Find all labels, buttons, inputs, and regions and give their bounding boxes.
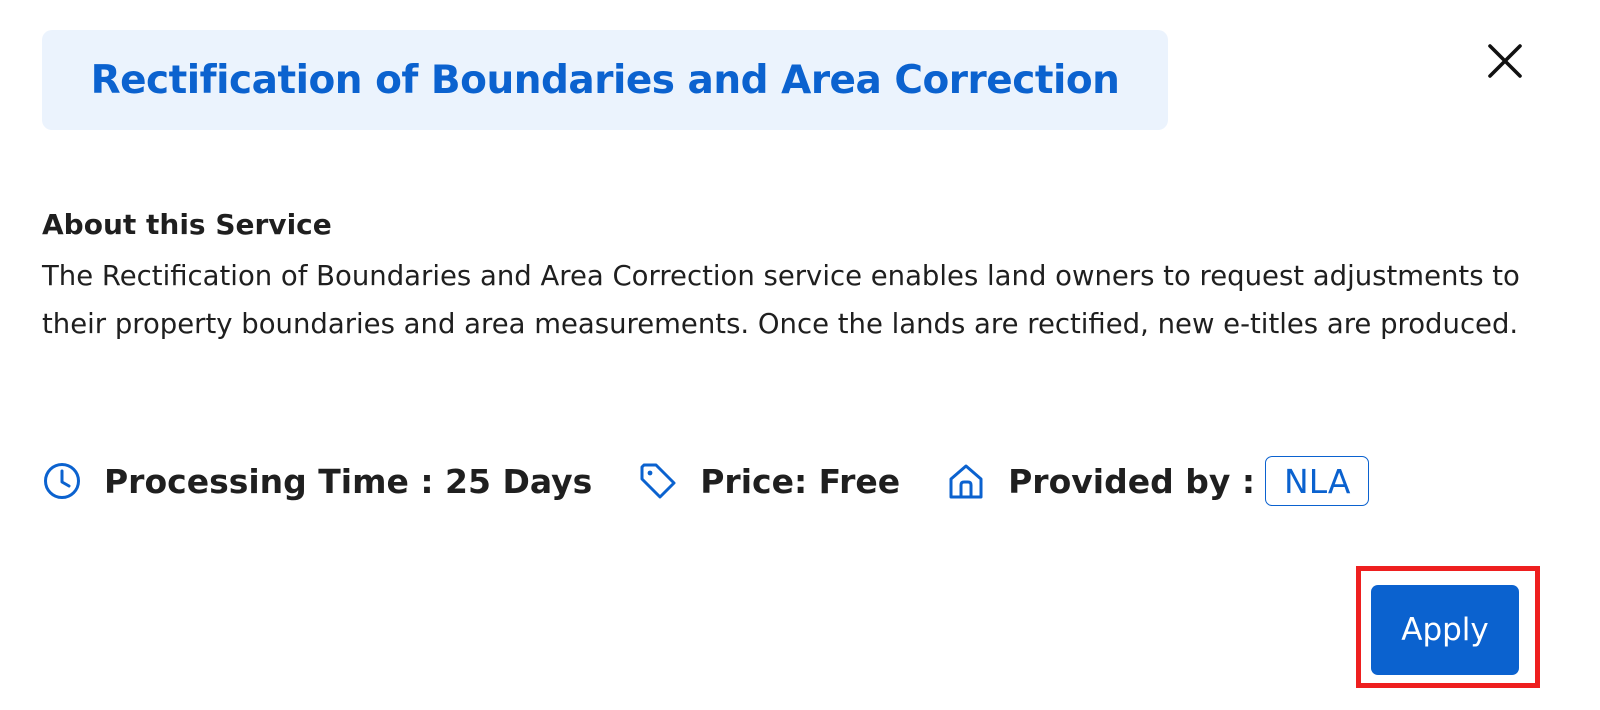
clock-icon: [42, 461, 82, 501]
provider-badge[interactable]: NLA: [1265, 456, 1370, 506]
dialog-title: Rectification of Boundaries and Area Cor…: [90, 57, 1120, 103]
about-heading: About this Service: [42, 208, 332, 241]
provider-label: Provided by :: [1008, 461, 1256, 501]
title-banner: Rectification of Boundaries and Area Cor…: [42, 30, 1168, 130]
price: Price: Free: [700, 461, 901, 501]
processing-time: Processing Time : 25 Days: [104, 461, 593, 501]
tag-icon: [638, 461, 678, 501]
close-icon: [1488, 44, 1522, 78]
close-button[interactable]: [1480, 36, 1530, 86]
service-meta-row: Processing Time : 25 Days Price: Free Pr…: [42, 454, 1370, 508]
service-detail-dialog: Rectification of Boundaries and Area Cor…: [0, 0, 1600, 710]
about-description: The Rectification of Boundaries and Area…: [42, 260, 1520, 340]
apply-button[interactable]: Apply: [1371, 585, 1519, 675]
home-icon: [946, 461, 986, 501]
